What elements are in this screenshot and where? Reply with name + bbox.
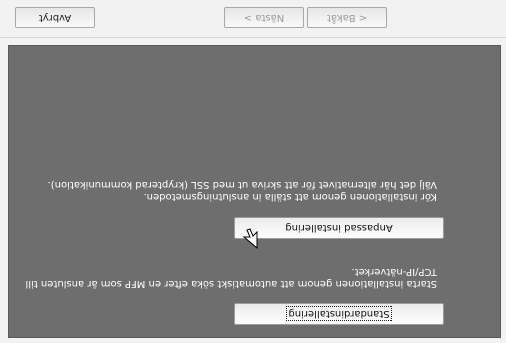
cancel-button-label: Avbryt (38, 12, 72, 23)
installer-window: Standardinstallering Starta installation… (0, 0, 506, 343)
standard-install-desc-line1: Starta installationen genom att automati… (25, 278, 438, 289)
custom-install-desc-line1: Kör installationen genom att ställa in a… (143, 191, 437, 202)
cancel-button[interactable]: Avbryt (15, 7, 95, 28)
standard-install-button[interactable]: Standardinstallering (234, 303, 444, 325)
back-button[interactable]: < Bakåt (307, 7, 387, 28)
back-button-label: < Bakåt (326, 12, 368, 23)
next-button-label: Nästa > (243, 12, 285, 23)
custom-install-label: Anpassad installering (285, 222, 393, 234)
mouse-pointer-icon (242, 228, 258, 249)
standard-install-label: Standardinstallering (286, 306, 392, 322)
wizard-nav-bar: < Bakåt Nästa > Avbryt (0, 0, 506, 38)
standard-install-description: Starta installationen genom att automati… (17, 265, 438, 289)
next-button[interactable]: Nästa > (224, 7, 304, 28)
custom-install-description: Kör installationen genom att ställa in a… (17, 178, 437, 202)
custom-install-button[interactable]: Anpassad installering (234, 217, 444, 239)
custom-install-desc-line2: Välj det här alternativet för att skriva… (47, 179, 437, 190)
window-frame: Standardinstallering Starta installation… (0, 0, 506, 343)
standard-install-desc-line2: TCP/IP-nätverket. (351, 266, 437, 277)
options-panel: Standardinstallering Starta installation… (8, 45, 501, 338)
